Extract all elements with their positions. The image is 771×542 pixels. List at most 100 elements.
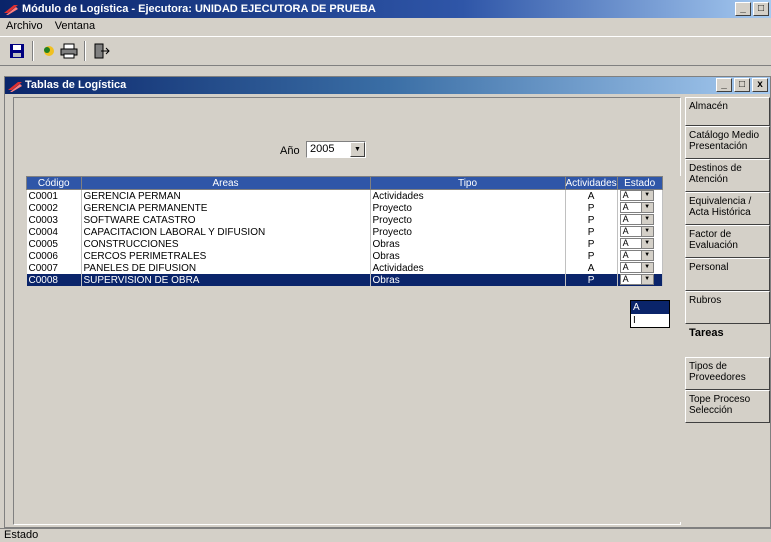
cell-actividad[interactable]: A [565,262,618,274]
refresh-icon[interactable] [40,43,58,59]
cell-area[interactable]: CONSTRUCCIONES [81,238,371,250]
estado-select[interactable]: A ▼ [619,250,654,262]
cell-area[interactable]: CAPACITACION LABORAL Y DIFUSION [81,226,371,238]
nav-item-2[interactable]: Destinos de Atención [685,159,770,192]
chevron-down-icon[interactable]: ▼ [640,263,653,273]
cell-tipo[interactable]: Obras [370,274,566,286]
chevron-down-icon[interactable]: ▼ [640,275,653,285]
table-row[interactable]: C0008 SUPERVISION DE OBRA Obras P A ▼ [26,274,663,286]
nav-item-8[interactable]: Tipos de Proveedores [685,357,770,390]
cell-actividad[interactable]: P [565,250,618,262]
cell-tipo[interactable]: Proyecto [370,226,566,238]
cell-actividad[interactable]: A [565,189,618,202]
cell-actividad[interactable]: P [565,226,618,238]
estado-select[interactable]: A ▼ [619,238,654,250]
cell-tipo[interactable]: Obras [370,238,566,250]
cell-codigo[interactable]: C0003 [26,214,82,226]
exit-icon[interactable] [92,43,110,59]
save-icon[interactable] [8,43,26,59]
cell-estado[interactable]: A ▼ [617,250,663,262]
cell-area[interactable]: GERENCIA PERMAN [81,189,371,202]
col-actividades[interactable]: Actividades [564,176,618,190]
estado-dropdown-list[interactable]: A I [630,300,670,328]
child-close-button[interactable]: x [752,78,768,92]
nav-item-7[interactable]: Tareas [685,324,770,357]
col-tipo[interactable]: Tipo [369,176,566,190]
estado-select[interactable]: A ▼ [619,190,654,202]
cell-tipo[interactable]: Proyecto [370,214,566,226]
estado-select[interactable]: A ▼ [619,262,654,274]
cell-area[interactable]: CERCOS PERIMETRALES [81,250,371,262]
cell-estado[interactable]: A ▼ [617,274,663,286]
dropdown-option-i[interactable]: I [631,314,669,327]
table-row[interactable]: C0004 CAPACITACION LABORAL Y DIFUSION Proy… [26,226,663,238]
nav-item-5[interactable]: Personal [685,258,770,291]
cell-codigo[interactable]: C0008 [26,274,82,286]
chevron-down-icon[interactable]: ▼ [640,239,653,249]
print-icon[interactable] [60,43,78,59]
table-row[interactable]: C0002 GERENCIA PERMANENTE Proyecto P A ▼ [26,202,663,214]
estado-select[interactable]: A ▼ [619,202,654,214]
estado-select[interactable]: A ▼ [619,214,654,226]
cell-estado[interactable]: A ▼ [617,226,663,238]
cell-tipo[interactable]: Obras [370,250,566,262]
app-titlebar[interactable]: Módulo de Logística - Ejecutora: UNIDAD … [0,0,771,18]
cell-codigo[interactable]: C0005 [26,238,82,250]
cell-estado[interactable]: A ▼ [617,262,663,274]
nav-item-4[interactable]: Factor de Evaluación [685,225,770,258]
menu-ventana[interactable]: Ventana [53,18,97,34]
cell-estado[interactable]: A ▼ [617,214,663,226]
cell-area[interactable]: GERENCIA PERMANENTE [81,202,371,214]
cell-actividad[interactable]: P [565,274,618,286]
nav-item-9[interactable]: Tope Proceso Selección [685,390,770,423]
cell-area[interactable]: SOFTWARE CATASTRO [81,214,371,226]
cell-estado[interactable]: A ▼ [617,238,663,250]
cell-estado[interactable]: A ▼ [617,189,663,202]
toolbar [0,36,771,66]
maximize-button[interactable]: □ [753,2,769,16]
col-estado[interactable]: Estado [616,176,663,190]
estado-select[interactable]: A ▼ [619,226,654,238]
estado-select[interactable]: A ▼ [619,274,654,286]
child-minimize-button[interactable]: _ [716,78,732,92]
cell-actividad[interactable]: P [565,214,618,226]
cell-tipo[interactable]: Actividades [370,189,566,202]
cell-codigo[interactable]: C0004 [26,226,82,238]
cell-codigo[interactable]: C0006 [26,250,82,262]
table-row[interactable]: C0006 CERCOS PERIMETRALES Obras P A ▼ [26,250,663,262]
menu-archivo[interactable]: Archivo [4,18,45,34]
cell-actividad[interactable]: P [565,202,618,214]
minimize-button[interactable]: _ [735,2,751,16]
chevron-down-icon[interactable]: ▼ [640,203,653,213]
dropdown-option-a[interactable]: A [631,301,669,314]
table-row[interactable]: C0007 PANELES DE DIFUSION Actividades A A ▼ [26,262,663,274]
cell-area[interactable]: SUPERVISION DE OBRA [81,274,371,286]
col-areas[interactable]: Areas [80,176,371,190]
cell-codigo[interactable]: C0007 [26,262,82,274]
nav-item-1[interactable]: Catálogo Medio Presentación [685,126,770,159]
nav-item-6[interactable]: Rubros [685,291,770,324]
cell-actividad[interactable]: P [565,238,618,250]
cell-estado[interactable]: A ▼ [617,202,663,214]
table-row[interactable]: C0003 SOFTWARE CATASTRO Proyecto P A ▼ [26,214,663,226]
col-codigo[interactable]: Código [26,176,82,190]
areas-table: Código Areas Tipo Actividades Estado C00… [26,176,663,286]
nav-item-0[interactable]: Almacén [685,97,770,126]
table-row[interactable]: C0005 CONSTRUCCIONES Obras P A ▼ [26,238,663,250]
table-row[interactable]: C0001 GERENCIA PERMAN Actividades A A ▼ [26,189,663,202]
cell-tipo[interactable]: Actividades [370,262,566,274]
chevron-down-icon[interactable]: ▼ [640,227,653,237]
cell-codigo[interactable]: C0002 [26,202,82,214]
cell-area[interactable]: PANELES DE DIFUSION [81,262,371,274]
chevron-down-icon[interactable]: ▼ [640,215,653,225]
chevron-down-icon[interactable]: ▼ [350,142,365,157]
chevron-down-icon[interactable]: ▼ [640,191,653,201]
cell-codigo[interactable]: C0001 [26,189,82,202]
child-maximize-button[interactable]: □ [734,78,750,92]
cell-tipo[interactable]: Proyecto [370,202,566,214]
menu-bar: Archivo Ventana [0,18,771,34]
child-titlebar[interactable]: Tablas de Logística _ □ x [5,77,770,94]
nav-item-3[interactable]: Equivalencia / Acta Histórica [685,192,770,225]
year-select[interactable]: 2005 ▼ [306,141,366,158]
chevron-down-icon[interactable]: ▼ [640,251,653,261]
